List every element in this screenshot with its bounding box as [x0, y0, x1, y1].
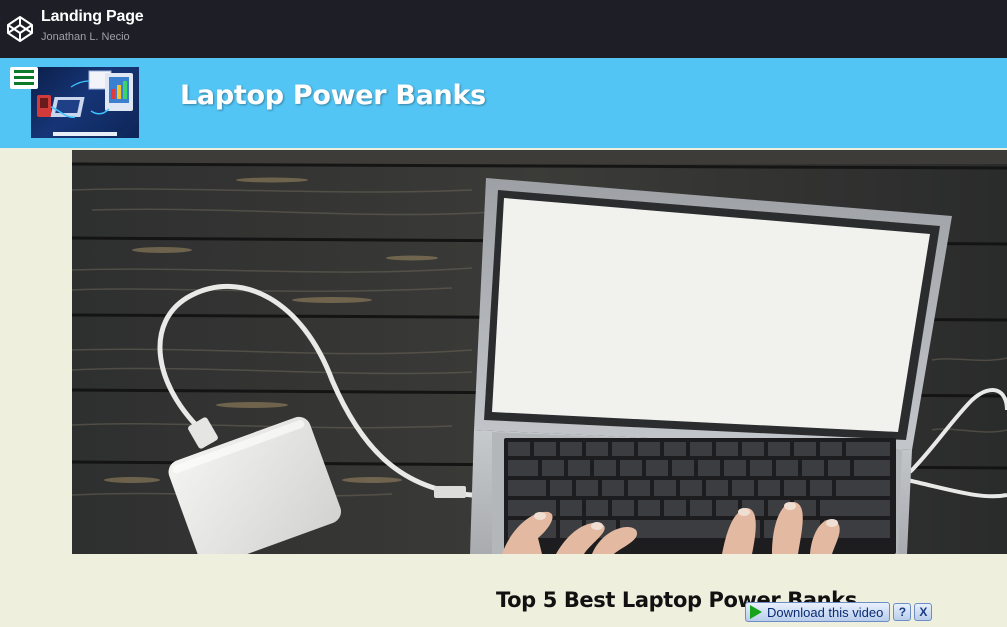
play-icon — [750, 605, 762, 619]
pen-top-bar: Landing Page Jonathan L. Necio — [0, 0, 1007, 58]
hero-image — [72, 150, 1007, 554]
page-title: Laptop Power Banks — [180, 80, 486, 111]
site-header — [0, 58, 1007, 148]
logo-caption-strip — [53, 132, 117, 136]
download-video-bar: Download this video ? X — [745, 600, 933, 624]
download-video-label: Download this video — [767, 604, 884, 620]
pen-title[interactable]: Landing Page — [41, 8, 144, 26]
pen-author[interactable]: Jonathan L. Necio — [41, 31, 130, 43]
hamburger-menu-icon[interactable] — [10, 67, 38, 89]
site-logo — [31, 67, 139, 138]
download-video-button[interactable]: Download this video — [745, 602, 891, 622]
codepen-logo-icon[interactable] — [5, 14, 35, 44]
close-icon[interactable]: X — [914, 603, 933, 621]
help-button[interactable]: ? — [893, 603, 912, 621]
